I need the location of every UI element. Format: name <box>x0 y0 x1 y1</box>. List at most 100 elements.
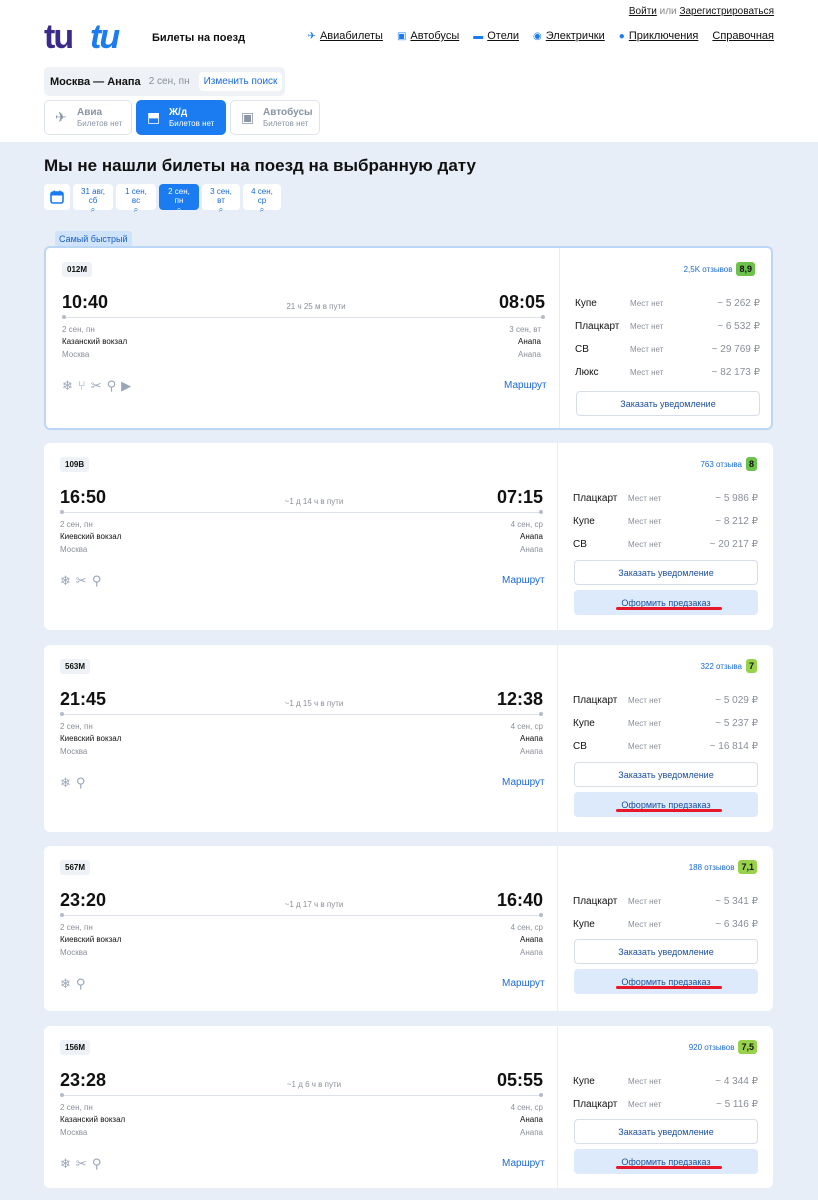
tab-text: Авиа Билетов нет <box>77 107 122 128</box>
nav-item-0[interactable]: ✈ Авиабилеты <box>308 30 383 42</box>
card-divider <box>557 846 558 1011</box>
departure-station: Киевский вокзал <box>60 734 122 743</box>
route-link[interactable]: Маршрут <box>502 1158 545 1169</box>
notify-button[interactable]: Заказать уведомление <box>574 1119 758 1144</box>
seat-availability: Мест нет <box>628 494 662 503</box>
notify-button[interactable]: Заказать уведомление <box>574 560 758 585</box>
date-chip[interactable]: 1 сен, вс ⌕ <box>116 184 156 214</box>
route-dot <box>60 1093 64 1097</box>
reviews-link[interactable]: 2,5K отзывов <box>684 265 733 274</box>
preorder-button[interactable]: Оформить предзаказ <box>574 969 758 994</box>
train-card[interactable]: 563М 21:45 ~1 д 15 ч в пути 12:38 2 сен, пн 4… <box>44 645 773 832</box>
route-dot <box>539 1093 543 1097</box>
date-chip[interactable]: 31 авг, сб ⌕ <box>73 184 113 214</box>
departure-city: Москва <box>60 1128 88 1137</box>
seat-class-row[interactable]: Плацкарт Мест нет ~ 5 341 ₽ <box>573 890 758 913</box>
train-card[interactable]: 109В 16:50 ~1 д 14 ч в пути 07:15 2 сен, пн 4… <box>44 443 773 630</box>
departure-date: 2 сен, пн <box>60 1103 93 1112</box>
seat-class-row[interactable]: СВ Мест нет ~ 20 217 ₽ <box>573 533 758 556</box>
search-icon: ⌕ <box>133 205 139 214</box>
restaurant-icon: ✂ <box>90 378 102 393</box>
logo-icon: tu tu <box>44 20 122 54</box>
reviews-link[interactable]: 920 отзывов <box>689 1043 735 1052</box>
seat-class-row[interactable]: СВ Мест нет ~ 16 814 ₽ <box>573 735 758 758</box>
train-card[interactable]: 156М 23:28 ~1 д 6 ч в пути 05:55 2 сен, пн 4 … <box>44 1026 773 1188</box>
reviews-link[interactable]: 763 отзыва <box>700 460 742 469</box>
login-link[interactable]: Войти <box>629 6 657 17</box>
date-chip[interactable]: 2 сен, пн ⌕ <box>159 184 199 214</box>
seat-price: ~ 6 532 ₽ <box>717 321 760 332</box>
date-label: 31 авг, сб <box>81 187 105 205</box>
tutu-logo[interactable]: tu tu <box>44 20 144 54</box>
tab-subtitle: Билетов нет <box>263 119 309 128</box>
tab-bus[interactable]: ▣ Автобусы Билетов нет <box>230 100 320 135</box>
change-search-button[interactable]: Изменить поиск <box>198 72 283 91</box>
departure-time: 21:45 <box>60 689 107 709</box>
seat-class-row[interactable]: Плацкарт Мест нет ~ 5 029 ₽ <box>573 689 758 712</box>
seat-class-row[interactable]: Плацкарт Мест нет ~ 6 532 ₽ <box>575 315 760 338</box>
route-link[interactable]: Маршрут <box>504 380 547 391</box>
reviews-link[interactable]: 188 отзывов <box>689 863 735 872</box>
reviews-link[interactable]: 322 отзыва <box>700 662 742 671</box>
preorder-button[interactable]: Оформить предзаказ <box>574 590 758 615</box>
red-underline-annotation <box>616 809 722 812</box>
arrival-city: Анапа <box>520 948 543 957</box>
tab-title: Авиа <box>77 107 103 118</box>
search-summary: Москва — Анапа 2 сен, пн Изменить поиск <box>44 67 285 96</box>
train-number: 012М <box>62 262 93 277</box>
route-link[interactable]: Маршрут <box>502 777 545 788</box>
seat-availability: Мест нет <box>630 322 664 331</box>
preorder-button[interactable]: Оформить предзаказ <box>574 792 758 817</box>
date-chip[interactable]: 3 сен, вт ⌕ <box>202 184 240 214</box>
seat-class-row[interactable]: Купе Мест нет ~ 4 344 ₽ <box>573 1070 758 1093</box>
route-link[interactable]: Маршрут <box>502 575 545 586</box>
notify-button[interactable]: Заказать уведомление <box>576 391 760 416</box>
date-label: 3 сен, вт <box>210 187 232 205</box>
seat-class-row[interactable]: Купе Мест нет ~ 6 346 ₽ <box>573 913 758 936</box>
nav-item-2[interactable]: ▬ Отели <box>473 30 519 42</box>
bus-icon: ▣ <box>396 30 407 42</box>
nav-item-1[interactable]: ▣ Автобусы <box>397 30 459 42</box>
rating-badge: 7,1 <box>738 860 757 874</box>
nav-item-3[interactable]: ◉ Электрички <box>533 30 605 42</box>
amenities: ❄ ⚲ <box>60 775 85 791</box>
tab-text: Ж/д Билетов нет <box>169 107 214 128</box>
nav-item-4[interactable]: ● Приключения <box>619 30 699 42</box>
transport-tabs: ✈ Авиа Билетов нет ⬒ Ж/д Билетов нет ▣ Автобусы… <box>44 100 320 135</box>
seat-class-row[interactable]: Плацкарт Мест нет ~ 5 986 ₽ <box>573 487 758 510</box>
snowflake-icon: ❄ <box>60 1156 71 1171</box>
train-icon: ◉ <box>533 30 542 42</box>
notify-button[interactable]: Заказать уведомление <box>574 939 758 964</box>
calendar-icon <box>50 190 64 204</box>
seat-price: ~ 16 814 ₽ <box>709 741 758 752</box>
calendar-button[interactable] <box>44 184 70 210</box>
route-link[interactable]: Маршрут <box>502 978 545 989</box>
date-label: 1 сен, вс <box>125 187 147 205</box>
tab-avia[interactable]: ✈ Авиа Билетов нет <box>44 100 132 135</box>
date-chip[interactable]: 4 сен, ср ⌕ <box>243 184 281 214</box>
nav-item-5[interactable]: Справочная <box>712 30 774 42</box>
seat-class-name: Плацкарт <box>573 896 618 907</box>
red-underline-annotation <box>616 607 722 610</box>
seat-class-row[interactable]: Купе Мест нет ~ 5 237 ₽ <box>573 712 758 735</box>
date-selector: 31 авг, сб ⌕ 1 сен, вс ⌕ 2 сен, пн ⌕ 3 сен, вт… <box>44 184 281 214</box>
plane-icon: ✈ <box>307 30 316 42</box>
seat-class-row[interactable]: СВ Мест нет ~ 29 769 ₽ <box>575 338 760 361</box>
departure-time: 10:40 <box>62 292 109 312</box>
seat-availability: Мест нет <box>628 1077 662 1086</box>
seat-class-row[interactable]: Люкс Мест нет ~ 82 173 ₽ <box>575 361 760 384</box>
train-card[interactable]: 567М 23:20 ~1 д 17 ч в пути 16:40 2 сен, пн 4… <box>44 846 773 1011</box>
wc-icon: ⚲ <box>91 1156 102 1171</box>
train-card[interactable]: 012М 10:40 21 ч 25 м в пути 08:05 2 сен, пн 3… <box>44 246 773 430</box>
seat-class-row[interactable]: Купе Мест нет ~ 8 212 ₽ <box>573 510 758 533</box>
seat-class-row[interactable]: Плацкарт Мест нет ~ 5 116 ₽ <box>573 1093 758 1116</box>
tab-rail[interactable]: ⬒ Ж/д Билетов нет <box>136 100 226 135</box>
departure-station: Казанский вокзал <box>60 1115 126 1124</box>
preorder-button[interactable]: Оформить предзаказ <box>574 1149 758 1174</box>
arrival-city: Анапа <box>520 747 543 756</box>
register-link[interactable]: Зарегистрироваться <box>679 6 774 17</box>
rating-badge: 8 <box>745 457 757 471</box>
rating-badge: 7,5 <box>738 1040 757 1054</box>
seat-class-row[interactable]: Купе Мест нет ~ 5 262 ₽ <box>575 292 760 315</box>
notify-button[interactable]: Заказать уведомление <box>574 762 758 787</box>
